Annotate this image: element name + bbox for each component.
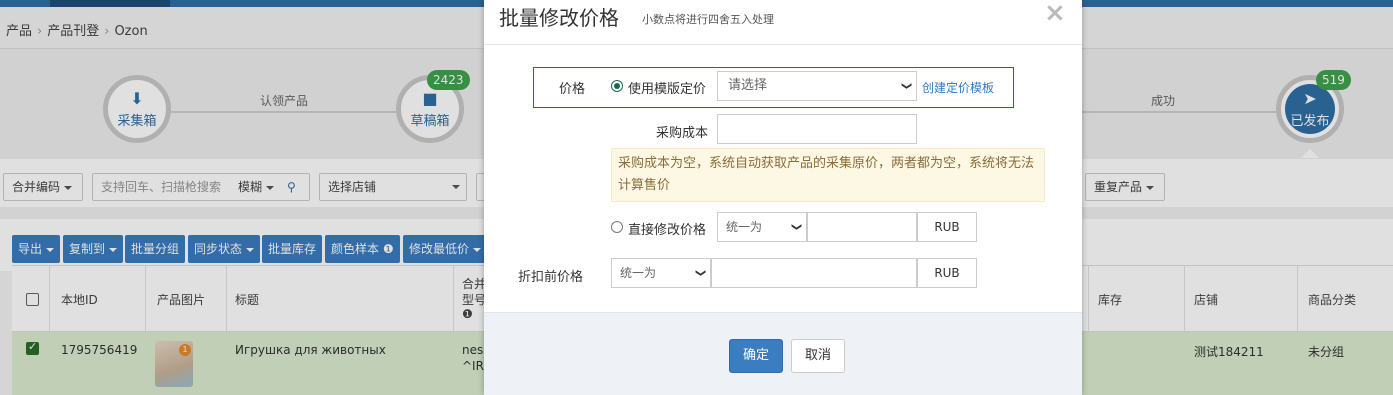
modal-subtitle: 小数点将进行四舍五入处理 [642,13,774,26]
template-select[interactable]: 请选择 ❯ [717,71,917,101]
direct-price-input[interactable] [807,212,917,242]
use-template-radio[interactable] [611,80,623,92]
purchase-cost-input[interactable] [717,114,917,144]
template-select-value: 请选择 [728,78,768,93]
direct-mode-select[interactable]: 统一为 ❯ [717,212,807,242]
direct-edit-radio[interactable] [611,221,623,233]
pre-discount-label: 折扣前价格 [518,270,584,285]
chevron-down-icon: ❯ [790,222,802,232]
create-template-link[interactable]: 创建定价模板 [922,79,994,96]
pre-discount-price-input[interactable] [711,258,917,288]
pre-discount-mode-value: 统一为 [620,266,657,280]
currency-addon: RUB [917,258,977,288]
confirm-button[interactable]: 确定 [729,339,783,373]
chevron-down-icon: ❯ [694,268,706,278]
batch-edit-price-modal: 批量修改价格 小数点将进行四舍五入处理 × 价格 使用模版定价 请选择 ❯ 创建… [484,0,1082,395]
modal-footer: 确定 取消 [484,312,1082,395]
purchase-cost-label: 采购成本 [656,126,709,141]
chevron-down-icon: ❯ [900,81,912,91]
pre-discount-mode-select[interactable]: 统一为 ❯ [611,258,711,288]
modal-header: 批量修改价格 小数点将进行四舍五入处理 × [484,0,1082,45]
warning-alert: 采购成本为空，系统自动获取产品的采集原价，两者都为空，系统将无法计算售价 [611,148,1045,202]
close-icon[interactable]: × [1044,0,1066,28]
direct-mode-value: 统一为 [726,220,763,234]
currency-addon: RUB [917,212,977,242]
price-label: 价格 [559,82,586,97]
use-template-label[interactable]: 使用模版定价 [628,78,706,97]
cancel-button[interactable]: 取消 [791,339,845,373]
direct-edit-label[interactable]: 直接修改价格 [628,219,706,238]
modal-title: 批量修改价格 [499,6,619,30]
